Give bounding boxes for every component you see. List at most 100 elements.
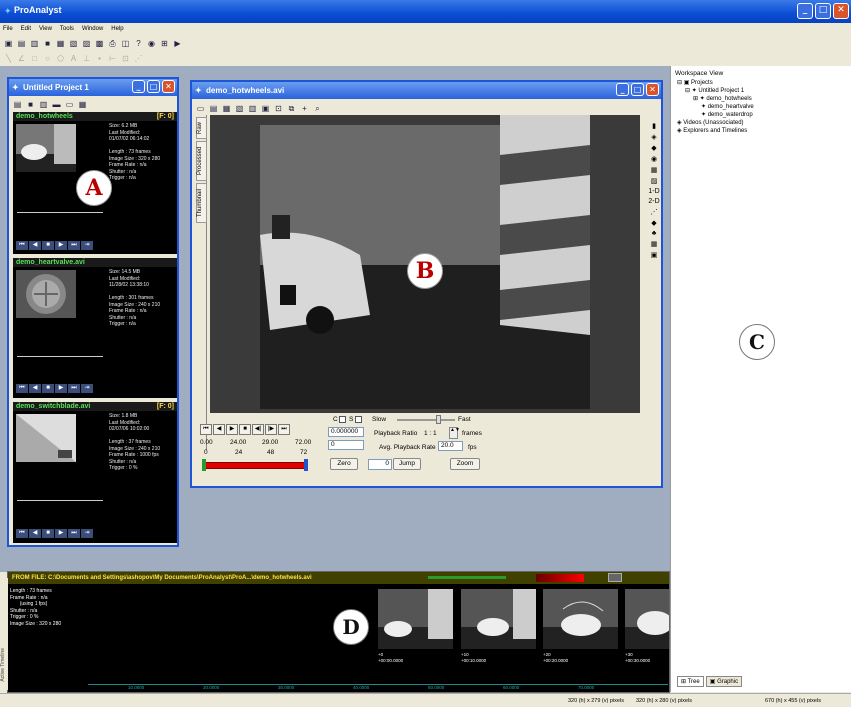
help-icon[interactable]: ? bbox=[133, 38, 144, 49]
project-minimize-button[interactable]: _ bbox=[132, 80, 145, 93]
overlay-icon[interactable]: ▦ bbox=[221, 103, 232, 114]
point-icon[interactable]: • bbox=[94, 53, 105, 64]
first-frame-button[interactable]: ⏮ bbox=[200, 424, 212, 435]
capture-icon[interactable]: ▣ bbox=[260, 103, 271, 114]
text-icon[interactable]: A bbox=[68, 53, 79, 64]
polygon-icon[interactable]: ⬠ bbox=[55, 53, 66, 64]
zero-button[interactable]: Zero bbox=[330, 458, 358, 470]
stop-button[interactable]: ■ bbox=[42, 241, 54, 250]
prev-button[interactable]: ◀ bbox=[29, 241, 41, 250]
step-forward-frame-button[interactable]: |▶ bbox=[265, 424, 277, 435]
list-view-icon[interactable]: ▥ bbox=[38, 99, 49, 110]
thumb-view-icon[interactable]: ▭ bbox=[64, 99, 75, 110]
avg-rate-field[interactable]: 20.0 bbox=[438, 441, 463, 451]
c-checkbox[interactable] bbox=[339, 416, 346, 423]
calibrate-icon[interactable]: ⊡ bbox=[120, 53, 131, 64]
tree-item-video[interactable]: ⊞ ✦ demo_hotwheels bbox=[677, 95, 754, 103]
frame-field[interactable]: 0 bbox=[328, 440, 364, 450]
range-end-handle[interactable] bbox=[304, 459, 308, 471]
play-button[interactable]: ▶ bbox=[55, 529, 67, 538]
ratio-spinner[interactable]: ▲▼ bbox=[449, 427, 460, 439]
frame-range-bar[interactable] bbox=[203, 462, 307, 469]
marker-icon[interactable]: ◉ bbox=[651, 155, 657, 163]
card-slider[interactable] bbox=[17, 500, 103, 501]
layers-icon[interactable]: ▧ bbox=[234, 103, 245, 114]
first-frame-button[interactable]: ⏮ bbox=[16, 529, 28, 538]
last-frame-button[interactable]: ⏭ bbox=[68, 529, 80, 538]
menu-window[interactable]: Window bbox=[82, 23, 103, 35]
video-card[interactable]: demo_heartvalve.avi Size: 14.5 MB Last M… bbox=[13, 258, 177, 398]
prev-button[interactable]: ◀ bbox=[29, 529, 41, 538]
scatter-icon[interactable]: ⋰ bbox=[651, 208, 658, 216]
actual-size-icon[interactable]: ⧉ bbox=[286, 103, 297, 114]
last-frame-button[interactable]: ⏭ bbox=[68, 384, 80, 393]
tree-item-projects[interactable]: ⊟ ▣ Projects bbox=[677, 79, 754, 87]
first-frame-button[interactable]: ⏮ bbox=[16, 384, 28, 393]
play-icon[interactable]: ▶ bbox=[172, 38, 183, 49]
tree-item-project[interactable]: ⊟ ✦ Untitled Project 1 bbox=[677, 87, 754, 95]
sort-icon[interactable]: ▦ bbox=[77, 99, 88, 110]
angle-icon[interactable]: ∠ bbox=[16, 53, 27, 64]
tab-graphic[interactable]: ▣ Graphic bbox=[705, 676, 743, 687]
detail-view-icon[interactable]: ▬ bbox=[51, 99, 62, 110]
one-d-button[interactable]: 1-D bbox=[648, 188, 659, 195]
tree-icon[interactable]: ♣ bbox=[652, 230, 657, 237]
play-button[interactable]: ▶ bbox=[55, 384, 67, 393]
palette-icon[interactable]: ▮ bbox=[652, 122, 656, 130]
open-file-icon[interactable]: ▤ bbox=[12, 99, 23, 110]
measure-icon[interactable]: ⊥ bbox=[81, 53, 92, 64]
print-icon[interactable]: ⎙ bbox=[107, 38, 118, 49]
video-card[interactable]: demo_switchblade.avi [F: 0] Size: 1.8 MB … bbox=[13, 402, 177, 543]
jump-field[interactable]: 0 bbox=[368, 459, 392, 470]
video-minimize-button[interactable]: _ bbox=[616, 83, 629, 96]
zoom-icon[interactable]: ⌕ bbox=[312, 103, 323, 114]
split-icon[interactable]: ▥ bbox=[247, 103, 258, 114]
crosshair-icon[interactable]: + bbox=[299, 103, 310, 114]
menu-tools[interactable]: Tools bbox=[60, 23, 74, 35]
first-frame-button[interactable]: ⏮ bbox=[16, 241, 28, 250]
save-file-icon[interactable]: ■ bbox=[25, 99, 36, 110]
chart-icon[interactable]: ▨ bbox=[651, 177, 658, 185]
step-back-button[interactable]: ◀ bbox=[213, 424, 225, 435]
timeline-frame[interactable]: +0 +00:00.0000 bbox=[378, 589, 453, 663]
tag-icon[interactable]: ◆ bbox=[651, 144, 656, 152]
menu-file[interactable]: File bbox=[3, 23, 13, 35]
speed-slider[interactable] bbox=[397, 419, 455, 421]
axis-icon[interactable]: ⊢ bbox=[107, 53, 118, 64]
range-start-handle[interactable] bbox=[202, 459, 206, 471]
line-icon[interactable]: ╲ bbox=[3, 53, 14, 64]
export-button[interactable]: ⇥ bbox=[81, 384, 93, 393]
plot-icon[interactable]: ⋰ bbox=[133, 53, 144, 64]
time-field[interactable]: 0.000000 bbox=[328, 427, 364, 437]
fit-icon[interactable]: ⊡ bbox=[273, 103, 284, 114]
last-frame-button[interactable]: ⏭ bbox=[68, 241, 80, 250]
speed-slider-thumb[interactable] bbox=[436, 415, 441, 424]
label-icon[interactable]: ◆ bbox=[651, 219, 656, 227]
jump-button[interactable]: Jump bbox=[393, 458, 421, 470]
video-close-button[interactable]: ✕ bbox=[646, 83, 659, 96]
project-window-titlebar[interactable]: ✦ Untitled Project 1 _ □ ✕ bbox=[9, 79, 177, 96]
timeline-frame[interactable]: +20 +00:20.0000 bbox=[543, 589, 618, 663]
tree-item-video[interactable]: ✦ demo_waterdrop bbox=[677, 111, 754, 119]
close-button[interactable]: ✕ bbox=[833, 3, 849, 19]
menu-help[interactable]: Help bbox=[111, 23, 123, 35]
s-checkbox[interactable] bbox=[355, 416, 362, 423]
tree-item-video[interactable]: ✦ demo_heartvalve bbox=[677, 103, 754, 111]
track-icon[interactable]: ⊞ bbox=[159, 38, 170, 49]
timeline-frame[interactable]: +30 +00:30.0000 bbox=[625, 589, 673, 663]
step-back-frame-button[interactable]: ◀| bbox=[252, 424, 264, 435]
project-maximize-button[interactable]: □ bbox=[147, 80, 160, 93]
film-icon[interactable]: ▤ bbox=[208, 103, 219, 114]
video-maximize-button[interactable]: □ bbox=[631, 83, 644, 96]
card-slider[interactable] bbox=[17, 212, 103, 213]
card-slider[interactable] bbox=[17, 356, 103, 357]
project-close-button[interactable]: ✕ bbox=[162, 80, 175, 93]
view-icon[interactable]: ▭ bbox=[195, 103, 206, 114]
flag-icon[interactable]: ▣ bbox=[651, 251, 658, 259]
two-d-button[interactable]: 2-D bbox=[648, 198, 659, 205]
tab-thumbnail[interactable]: Thumbnail bbox=[196, 183, 207, 223]
calendar-icon[interactable]: ▦ bbox=[651, 166, 658, 174]
grid-icon[interactable]: ▦ bbox=[55, 38, 66, 49]
tree-item-videos[interactable]: ◈ Videos (Unassociated) bbox=[677, 119, 754, 127]
grid-tool-icon[interactable]: ▦ bbox=[651, 240, 658, 248]
